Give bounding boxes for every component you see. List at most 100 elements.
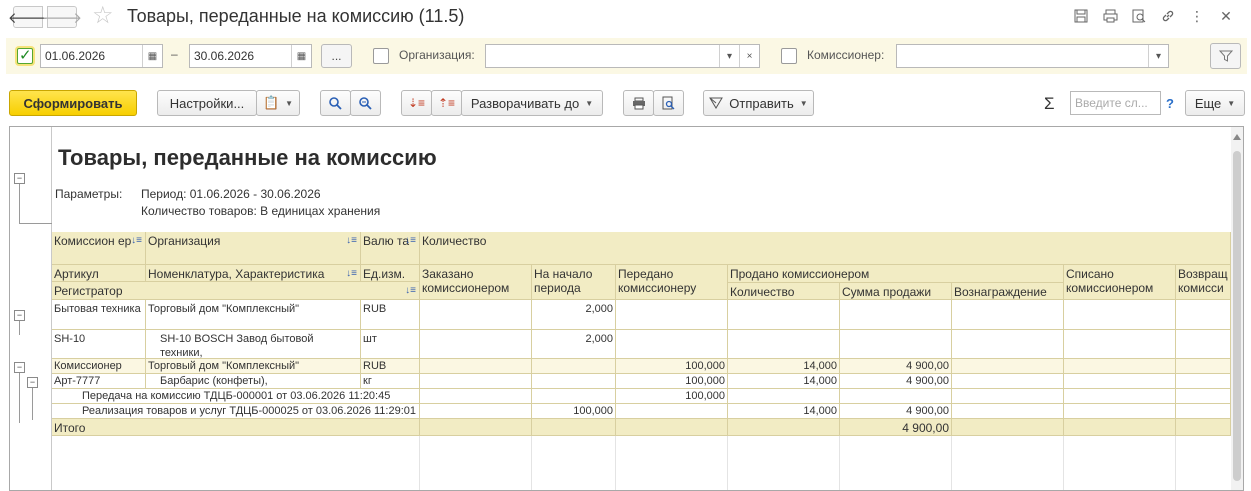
period-checkbox[interactable]	[17, 46, 33, 64]
dropdown-icon[interactable]: ▾	[1148, 45, 1168, 67]
filter-button[interactable]	[1210, 43, 1241, 69]
header-transferred[interactable]: Передано комиссионеру	[616, 265, 728, 300]
calendar-icon[interactable]: ▦	[291, 45, 311, 67]
header-ordered[interactable]: Заказано комиссионером	[420, 265, 532, 300]
variants-button[interactable]: 📋 ▼	[256, 90, 300, 116]
find-button[interactable]	[320, 90, 351, 116]
organization-checkbox[interactable]	[373, 48, 389, 64]
sort-icon: ↓≡	[405, 235, 416, 246]
header-start-period[interactable]: На начало периода	[532, 265, 616, 300]
header-quantity[interactable]: Количество	[420, 232, 1231, 265]
preview-icon	[662, 96, 675, 110]
clear-icon[interactable]: ×	[739, 45, 759, 67]
collapse-toggle[interactable]: −	[14, 362, 25, 373]
vertical-scrollbar[interactable]	[1231, 127, 1243, 490]
collapse-toggle[interactable]: −	[27, 377, 38, 388]
expand-levels-icon: ⇡≡	[437, 96, 456, 110]
header-returned[interactable]: Возвращ комисси	[1176, 265, 1231, 300]
filter-icon	[1218, 50, 1233, 62]
scroll-thumb[interactable]	[1233, 151, 1241, 481]
cell-sold-sum: 4 900,00	[840, 374, 952, 389]
cell-transferred: 100,000	[616, 389, 728, 404]
window-toolbar: ⋮ ✕	[1072, 7, 1235, 25]
header-registrar[interactable]: Регистратор ↓≡	[52, 282, 420, 300]
cell-unit: кг	[361, 374, 420, 389]
organization-label: Организация:	[399, 48, 475, 62]
filter-bar: 01.06.2026 ▦ – 30.06.2026 ▦ ... Организа…	[6, 38, 1247, 74]
cell-organization: Торговый дом "Комплексный"	[146, 300, 361, 330]
period-from-field[interactable]: 01.06.2026 ▦	[40, 44, 163, 68]
period-separator: –	[171, 47, 178, 61]
header-commissioner[interactable]: Комиссион ер ↓≡	[52, 232, 146, 265]
cell-start: 2,000	[532, 330, 616, 359]
header-written-off[interactable]: Списано комиссионером	[1064, 265, 1176, 300]
cell-currency: RUB	[361, 300, 420, 330]
search-input[interactable]: Введите сл...	[1070, 91, 1161, 115]
cell-commissioner: Комиссионер	[52, 359, 146, 374]
expand-to-button[interactable]: Разворачивать до ▼	[461, 90, 603, 116]
send-button[interactable]: Отправить ▼	[703, 90, 814, 116]
cell-registrar[interactable]: Реализация товаров и услуг ТДЦБ-000025 о…	[52, 404, 420, 419]
more-button[interactable]: Еще ▼	[1185, 90, 1245, 116]
save-icon[interactable]	[1072, 7, 1090, 25]
link-icon[interactable]	[1159, 7, 1177, 25]
back-button[interactable]: 🡐	[8, 6, 48, 28]
header-article[interactable]: Артикул	[52, 265, 146, 282]
collapse-toggle[interactable]: −	[14, 173, 25, 184]
cell-organization: Торговый дом "Комплексный"	[146, 359, 361, 374]
collapse-all-button[interactable]: ⇣≡	[401, 90, 432, 116]
print-preview-button[interactable]	[653, 90, 684, 116]
header-currency[interactable]: Валю та ↓≡	[361, 232, 420, 265]
cell-start: 2,000	[532, 300, 616, 330]
grouping-gutter: − − − −	[10, 127, 52, 490]
print-icon[interactable]	[1101, 7, 1119, 25]
find-next-button[interactable]	[350, 90, 381, 116]
total-sold-sum: 4 900,00	[840, 419, 952, 436]
cell-article: Арт-7777	[52, 374, 146, 389]
generate-button[interactable]: Сформировать	[9, 90, 137, 116]
forward-button[interactable]: 🡒	[42, 6, 82, 28]
period-select-button[interactable]: ...	[321, 44, 352, 68]
cell-sold-qty: 14,000	[728, 359, 840, 374]
cell-sold-sum: 4 900,00	[840, 359, 952, 374]
dropdown-icon[interactable]: ▾	[719, 45, 739, 67]
sum-icon[interactable]: Σ	[1044, 94, 1055, 114]
collapse-toggle[interactable]: −	[14, 310, 25, 321]
sort-icon: ↓≡	[346, 235, 357, 246]
header-sold-sum[interactable]: Сумма продажи	[840, 283, 952, 300]
header-unit[interactable]: Ед.изм.	[361, 265, 420, 282]
organization-field[interactable]: ▾ ×	[485, 44, 760, 68]
search-next-icon	[359, 96, 372, 110]
settings-button[interactable]: Настройки...	[157, 90, 257, 116]
scroll-up-icon[interactable]	[1233, 134, 1241, 140]
search-icon	[329, 96, 342, 110]
report-area[interactable]: − − − − Товары, переданные на комиссию П…	[9, 126, 1244, 491]
close-icon[interactable]: ✕	[1217, 7, 1235, 25]
header-reward[interactable]: Вознаграждение	[952, 283, 1064, 300]
header-sold-qty[interactable]: Количество	[728, 283, 840, 300]
header-nomenclature[interactable]: Номенклатура, Характеристика ↓≡	[146, 265, 361, 282]
header-sold[interactable]: Продано комиссионером	[728, 265, 1064, 283]
preview-icon[interactable]	[1130, 7, 1148, 25]
commissioner-checkbox[interactable]	[781, 48, 797, 64]
cell-start: 100,000	[532, 404, 616, 419]
commissioner-label: Комиссионер:	[807, 48, 885, 62]
period-to-field[interactable]: 30.06.2026 ▦	[189, 44, 312, 68]
cell-nomenclature: SH-10 BOSCH Завод бытовой техники,	[146, 330, 361, 359]
cell-transferred: 100,000	[616, 359, 728, 374]
print-icon	[632, 97, 645, 109]
command-bar: Сформировать Настройки... 📋 ▼ ⇣≡ ⇡≡ Разво…	[0, 88, 1251, 118]
header-organization[interactable]: Организация ↓≡	[146, 232, 361, 265]
calendar-icon[interactable]: ▦	[142, 45, 162, 67]
clipboard-icon: 📋	[262, 95, 280, 110]
expand-all-button[interactable]: ⇡≡	[431, 90, 462, 116]
more-label: Еще	[1194, 95, 1222, 111]
cell-registrar[interactable]: Передача на комиссию ТДЦБ-000001 от 03.0…	[52, 389, 420, 404]
more-vertical-icon[interactable]: ⋮	[1188, 7, 1206, 25]
send-label: Отправить	[729, 95, 794, 111]
commissioner-field[interactable]: ▾	[896, 44, 1169, 68]
favorite-star-icon[interactable]: ☆	[92, 3, 114, 29]
help-button[interactable]: ?	[1166, 96, 1174, 111]
send-icon	[709, 97, 724, 109]
print-button[interactable]	[623, 90, 654, 116]
